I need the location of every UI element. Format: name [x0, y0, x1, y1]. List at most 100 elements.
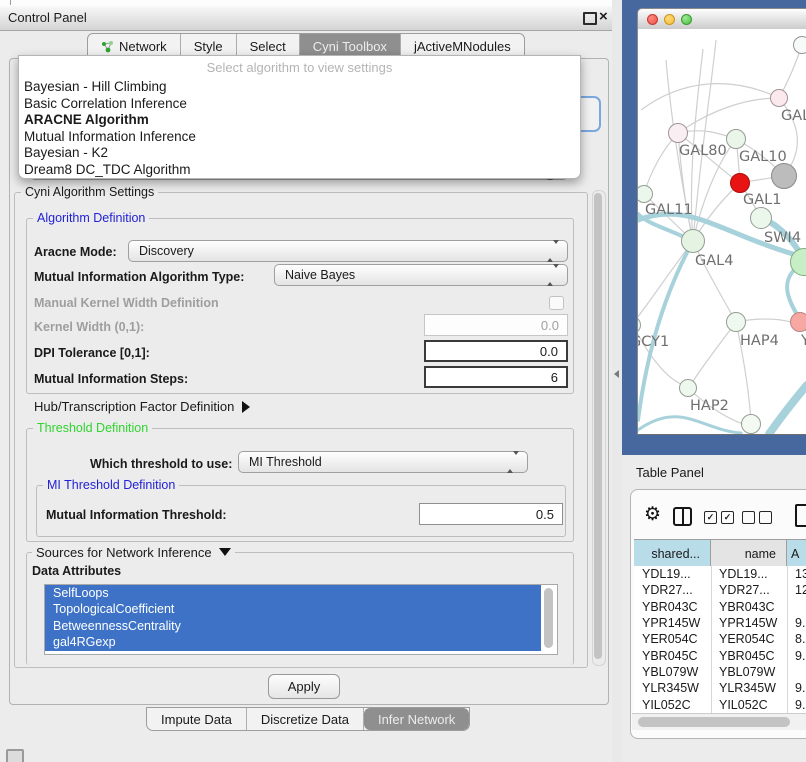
popup-item-bayesian-k2[interactable]: Bayesian - K2	[24, 145, 108, 162]
table-cell: YLR345W	[634, 681, 711, 695]
table-cell: YLR345W	[711, 681, 787, 695]
node-label-salmon-node: Y	[801, 333, 806, 349]
attr-item-topologicalcoefficient[interactable]: TopologicalCoefficient	[45, 601, 541, 617]
mi-steps-label: Mutual Information Steps:	[34, 372, 188, 386]
mi-type-label: Mutual Information Algorithm Type:	[34, 270, 244, 284]
node-top-partial[interactable]	[793, 36, 806, 54]
popup-item-dream8[interactable]: Dream8 DC_TDC Algorithm	[24, 162, 191, 179]
attr-item-gal4rgexp[interactable]: gal4RGexp	[45, 634, 541, 650]
table-hscrollbar-thumb[interactable]	[638, 717, 790, 727]
column-header-name[interactable]: name	[711, 540, 787, 567]
table-cell: YDL19...	[634, 567, 711, 581]
columns-icon[interactable]	[673, 507, 692, 526]
node-gray-node[interactable]	[771, 163, 797, 189]
tab-network-label: Network	[119, 39, 167, 54]
table-cell: YDR27...	[634, 583, 711, 597]
table-row[interactable]: YDL19...YDL19...13	[634, 566, 806, 582]
node-label-gal11: GAL11	[645, 202, 693, 218]
mi-threshold-field[interactable]: 0.5	[419, 503, 563, 525]
network-canvas[interactable]: GALGAL80GAL10GAL1GAL11SWI4GAL4GCY1HAP4YH…	[637, 29, 806, 435]
hub-factor-label: Hub/Transcription Factor Definition	[34, 399, 234, 414]
which-threshold-label: Which threshold to use:	[90, 457, 232, 471]
mi-threshold-group-title: MI Threshold Definition	[43, 478, 179, 492]
column-header-shared-name[interactable]: shared...	[634, 540, 711, 567]
dpi-tolerance-field[interactable]: 0.0	[424, 340, 568, 362]
column-header-partial[interactable]: A	[787, 540, 806, 567]
sources-expander[interactable]: Sources for Network Inference	[32, 545, 235, 560]
table-row[interactable]: YBR043CYBR043C	[634, 599, 806, 615]
apply-button[interactable]: Apply	[268, 674, 340, 699]
data-attributes-list[interactable]: SelfLoops TopologicalCoefficient Between…	[44, 584, 558, 655]
aracne-mode-combo[interactable]: Discovery	[128, 240, 568, 262]
table-row[interactable]: YER054CYER054C8.	[634, 631, 806, 647]
node-gal4[interactable]	[681, 229, 705, 253]
node-hap2[interactable]	[679, 379, 697, 397]
which-threshold-combo[interactable]: MI Threshold	[238, 451, 528, 473]
node-hap4[interactable]	[726, 312, 746, 332]
settings-scrollbar-thumb[interactable]	[594, 193, 602, 659]
node-salmon-node[interactable]	[790, 312, 806, 332]
tab-infer-network[interactable]: Infer Network	[364, 708, 469, 730]
mi-type-value: Naive Bayes	[285, 268, 355, 282]
popup-item-basic-correlation[interactable]: Basic Correlation Inference	[24, 96, 187, 113]
aracne-mode-label: Aracne Mode:	[34, 245, 117, 259]
divider-handle-icon[interactable]	[614, 370, 619, 378]
kernel-width-field[interactable]: 0.0	[424, 314, 568, 336]
table-cell: 9.	[787, 616, 806, 630]
table-row[interactable]: YIL052CYIL052C9.	[634, 696, 806, 712]
collapsed-panel-icon[interactable]	[6, 749, 24, 762]
table-row[interactable]: YBL079WYBL079W	[634, 664, 806, 680]
table-cell: YIL052C	[711, 698, 787, 712]
float-panel-icon[interactable]	[583, 12, 597, 25]
table-gear-icon[interactable]: ⚙	[644, 503, 661, 526]
mi-threshold-label: Mutual Information Threshold:	[46, 508, 227, 522]
popup-item-bayesian-hill-climbing[interactable]: Bayesian - Hill Climbing	[24, 79, 167, 96]
table-row[interactable]: YBR045CYBR045C9.	[634, 647, 806, 663]
network-icon	[101, 40, 114, 53]
tab-cyni-toolbox-label: Cyni Toolbox	[313, 39, 387, 54]
table-col-separator	[787, 566, 788, 713]
window-close-icon[interactable]	[647, 14, 658, 25]
node-swi4[interactable]	[750, 207, 772, 229]
combo-stepper-icon	[547, 268, 559, 282]
tab-discretize-data[interactable]: Discretize Data	[247, 708, 364, 730]
table-cell: YBR045C	[711, 649, 787, 663]
select-all-columns-icon[interactable]: ✓ ✓	[704, 511, 734, 524]
table-cell: 9.	[787, 698, 806, 712]
popup-item-aracne[interactable]: ARACNE Algorithm	[24, 112, 149, 129]
function-builder-icon[interactable]	[795, 504, 806, 527]
popup-item-mutual-information[interactable]: Mutual Information Inference	[24, 129, 196, 146]
table-cell: YBL079W	[634, 665, 711, 679]
attr-item-betweennesscentrality[interactable]: BetweennessCentrality	[45, 618, 541, 634]
window-minimize-icon[interactable]	[664, 14, 675, 25]
close-panel-icon[interactable]: ×	[599, 10, 608, 24]
mi-type-combo[interactable]: Naive Bayes	[274, 264, 568, 286]
table-cell: YPR145W	[711, 616, 787, 630]
table-row[interactable]: YLR345WYLR345W9.	[634, 680, 806, 696]
window-zoom-icon[interactable]	[681, 14, 692, 25]
hub-factor-expander[interactable]: Hub/Transcription Factor Definition	[34, 399, 250, 414]
node-gal-top[interactable]	[770, 89, 788, 107]
tab-impute-data[interactable]: Impute Data	[147, 708, 247, 730]
data-attributes-label: Data Attributes	[32, 564, 121, 578]
manual-kernel-checkbox[interactable]	[549, 296, 564, 310]
node-gal80[interactable]	[668, 123, 688, 143]
which-threshold-value: MI Threshold	[249, 455, 322, 469]
split-divider[interactable]	[612, 0, 622, 762]
attr-list-scrollbar[interactable]	[544, 588, 553, 648]
node-gal1[interactable]	[730, 173, 750, 193]
table-hscrollbar-track[interactable]	[632, 713, 806, 730]
settings-scrollbar-track[interactable]	[592, 190, 606, 666]
node-gal10[interactable]	[726, 129, 746, 149]
table-row[interactable]: YDR27...YDR27...12	[634, 582, 806, 598]
node-bottom-node[interactable]	[741, 414, 761, 434]
tab-style-label: Style	[194, 39, 223, 54]
node-label-swi4: SWI4	[764, 230, 801, 246]
network-window-titlebar[interactable]	[637, 8, 806, 31]
unselect-all-columns-icon[interactable]	[742, 511, 772, 524]
tab-infer-network-label: Infer Network	[378, 712, 455, 727]
table-cell: YDR27...	[711, 583, 787, 597]
mi-steps-field[interactable]: 6	[424, 366, 568, 388]
table-row[interactable]: YPR145WYPR145W9.	[634, 615, 806, 631]
attr-item-selfloops[interactable]: SelfLoops	[45, 585, 541, 601]
